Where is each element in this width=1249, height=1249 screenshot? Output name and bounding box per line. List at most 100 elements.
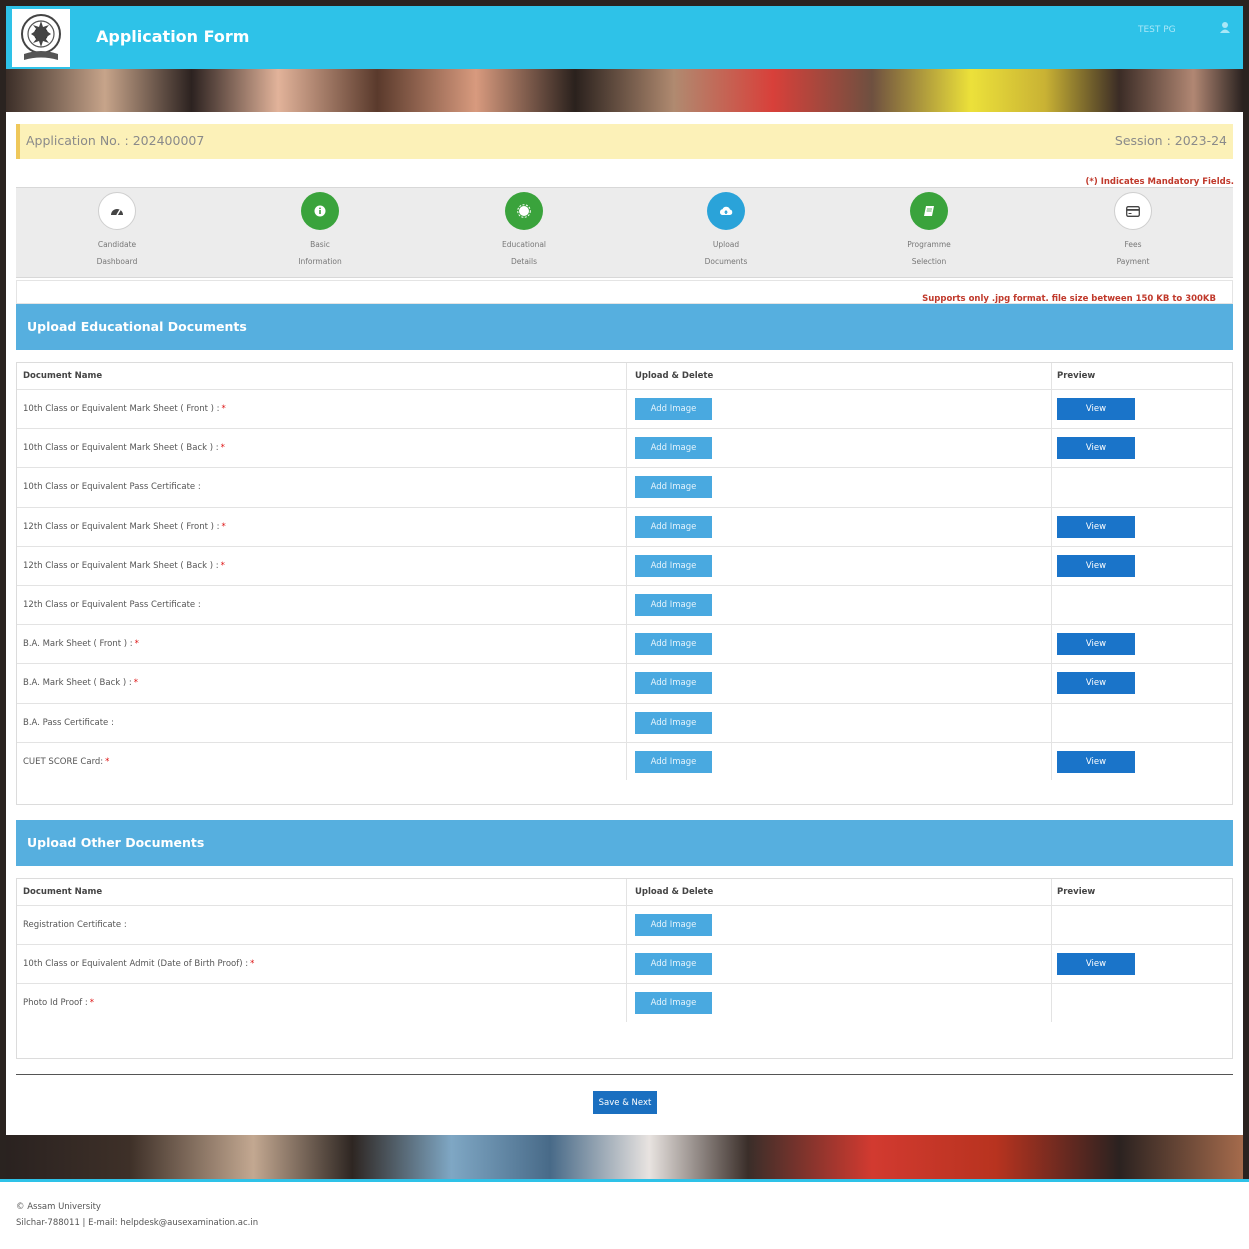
document-name: B.A. Mark Sheet ( Front ) : — [23, 639, 133, 650]
add-image-button[interactable]: Add Image — [635, 633, 712, 656]
document-name-cell: Registration Certificate : — [23, 906, 623, 944]
add-image-button[interactable]: Add Image — [635, 953, 712, 976]
step-label-2: Documents — [704, 257, 748, 266]
preview-cell: View — [1051, 546, 1234, 585]
upload-cell: Add Image — [626, 906, 1051, 945]
view-button[interactable]: View — [1057, 437, 1135, 460]
add-image-button[interactable]: Add Image — [635, 711, 712, 734]
supports-note-row: Supports only .jpg format. file size bet… — [16, 280, 1233, 304]
footer-banner-image — [6, 1135, 1243, 1179]
progress-steps: Candidate Dashboard Basic Information Educ… — [16, 187, 1233, 278]
user-icon[interactable] — [1218, 20, 1232, 34]
table-row: 12th Class or Equivalent Mark Sheet ( Fr… — [17, 507, 1232, 547]
table-header-row: Document Name Upload & Delete Preview — [17, 879, 1232, 906]
column-document-name: Document Name — [23, 371, 103, 381]
table-row: 10th Class or Equivalent Admit (Date of … — [17, 945, 1234, 985]
step-programme-selection[interactable]: Programme Selection — [874, 188, 984, 270]
document-name-cell: 10th Class or Equivalent Admit (Date of … — [23, 945, 623, 983]
upload-cell: Add Image — [626, 468, 1051, 507]
add-image-button[interactable]: Add Image — [635, 672, 712, 695]
add-image-button[interactable]: Add Image — [635, 515, 712, 538]
add-image-button[interactable]: Add Image — [635, 476, 712, 499]
save-next-button[interactable]: Save & Next — [593, 1091, 657, 1114]
add-image-button[interactable]: Add Image — [635, 398, 712, 421]
step-fees-payment[interactable]: Fees Payment — [1078, 188, 1188, 270]
dashboard-icon — [98, 192, 136, 230]
view-button[interactable]: View — [1057, 750, 1135, 773]
application-number: Application No. : 202400007 — [26, 133, 205, 148]
view-button[interactable]: View — [1057, 515, 1135, 538]
add-image-button[interactable]: Add Image — [635, 594, 712, 617]
required-marker: * — [134, 639, 139, 650]
required-marker: * — [89, 998, 95, 1009]
required-marker: * — [105, 756, 110, 767]
preview-cell: View — [1051, 945, 1234, 984]
table-row: 12th Class or Equivalent Mark Sheet ( Ba… — [17, 546, 1234, 586]
add-image-button[interactable]: Add Image — [635, 437, 712, 460]
step-label-2: Details — [510, 257, 537, 266]
upload-cell: Add Image — [626, 429, 1051, 468]
document-name: 10th Class or Equivalent Pass Certificat… — [23, 482, 201, 493]
required-marker: * — [250, 959, 255, 970]
step-label-1: Basic — [310, 240, 330, 249]
add-image-button[interactable]: Add Image — [635, 554, 712, 577]
required-marker: * — [221, 521, 226, 532]
view-button[interactable]: View — [1057, 672, 1135, 695]
view-button[interactable]: View — [1057, 953, 1135, 976]
footer-contact: Silchar-788011 | E-mail: helpdesk@ausexa… — [16, 1218, 259, 1228]
document-name-cell: Photo Id Proof : * — [23, 984, 623, 1022]
educational-documents-header: Upload Educational Documents — [16, 304, 1233, 350]
upload-cell: Add Image — [626, 546, 1051, 585]
step-upload-documents[interactable]: Upload Documents — [671, 188, 781, 270]
document-name-cell: B.A. Mark Sheet ( Back ) : * — [23, 664, 623, 702]
table-header-row: Document Name Upload & Delete Preview — [17, 363, 1232, 390]
table-row: 10th Class or Equivalent Mark Sheet ( Ba… — [17, 429, 1232, 469]
step-label-1: Programme — [907, 240, 951, 249]
upload-cell: Add Image — [626, 585, 1051, 625]
table-row: 12th Class or Equivalent Pass Certificat… — [17, 585, 1232, 626]
table-row: B.A. Mark Sheet ( Front ) : * Add Image Vie… — [17, 625, 1232, 665]
document-name: 10th Class or Equivalent Mark Sheet ( Fr… — [23, 404, 220, 415]
user-name[interactable]: TEST PG — [1138, 25, 1176, 35]
header-banner-image — [6, 69, 1243, 112]
table-row: Registration Certificate : Add Image — [17, 906, 1234, 946]
add-image-button[interactable]: Add Image — [635, 992, 712, 1015]
certificate-icon — [505, 192, 543, 230]
document-name: Photo Id Proof : — [23, 998, 88, 1009]
table-row: 10th Class or Equivalent Mark Sheet ( Fr… — [17, 390, 1234, 430]
step-label-1: Educational — [501, 240, 547, 249]
other-table-footer — [16, 1022, 1233, 1059]
document-name: B.A. Pass Certificate : — [23, 717, 114, 728]
document-name-cell: 12th Class or Equivalent Mark Sheet ( Fr… — [23, 508, 623, 546]
view-button[interactable]: View — [1057, 633, 1135, 656]
step-educational-details[interactable]: Educational Details — [469, 188, 579, 270]
document-name: 10th Class or Equivalent Admit (Date of … — [23, 959, 249, 970]
add-image-button[interactable]: Add Image — [635, 750, 712, 773]
preview-cell: View — [1051, 664, 1234, 703]
document-name: 12th Class or Equivalent Pass Certificat… — [23, 600, 201, 611]
view-button[interactable]: View — [1057, 398, 1135, 421]
document-name: 10th Class or Equivalent Mark Sheet ( Ba… — [23, 443, 219, 454]
step-candidate-dashboard[interactable]: Candidate Dashboard — [62, 188, 172, 270]
document-name-cell: B.A. Mark Sheet ( Front ) : * — [23, 625, 623, 663]
table-row: Photo Id Proof : * Add Image — [17, 984, 1232, 1024]
document-name-cell: 12th Class or Equivalent Pass Certificat… — [23, 586, 623, 624]
upload-cell: Add Image — [626, 984, 1051, 1023]
document-name: Registration Certificate : — [23, 920, 127, 931]
add-image-button[interactable]: Add Image — [635, 914, 712, 937]
preview-cell: View — [1051, 390, 1234, 429]
view-button[interactable]: View — [1057, 554, 1135, 577]
upload-cell: Add Image — [626, 945, 1051, 984]
document-name-cell: 10th Class or Equivalent Pass Certificat… — [23, 468, 623, 506]
info-icon — [301, 192, 339, 230]
step-label-2: Dashboard — [96, 257, 138, 266]
column-preview: Preview — [1051, 363, 1234, 389]
upload-cell: Add Image — [626, 507, 1051, 546]
preview-cell — [1051, 468, 1234, 507]
step-basic-information[interactable]: Basic Information — [265, 188, 375, 270]
other-documents-header: Upload Other Documents — [16, 820, 1233, 866]
required-marker: * — [220, 443, 225, 454]
preview-cell — [1051, 906, 1234, 945]
table-row: 10th Class or Equivalent Pass Certificat… — [17, 468, 1234, 508]
required-marker: * — [220, 560, 225, 571]
